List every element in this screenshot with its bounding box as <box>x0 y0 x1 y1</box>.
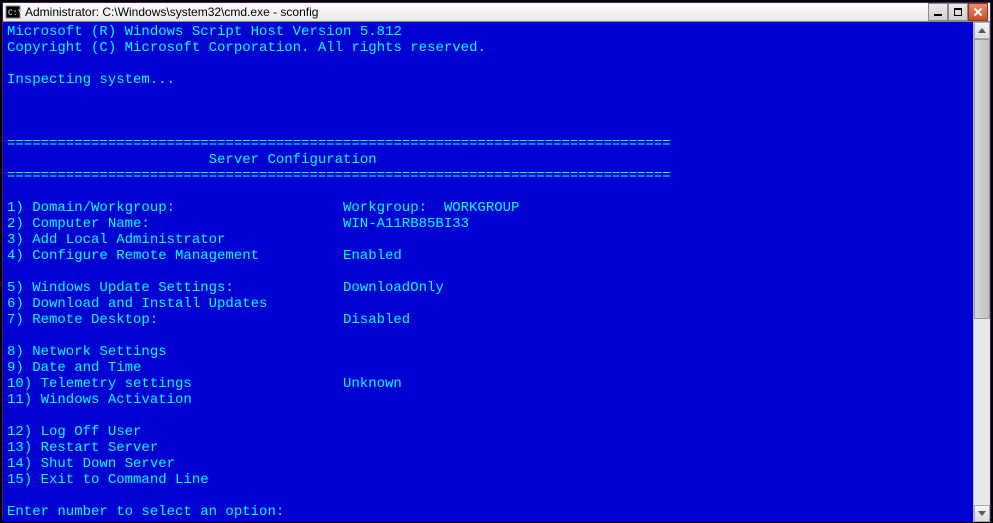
menu-option: 14) Shut Down Server <box>7 456 973 472</box>
menu-option: 15) Exit to Command Line <box>7 472 973 488</box>
menu-option: 4) Configure Remote ManagementEnabled <box>7 248 973 264</box>
inspecting-line: Inspecting system... <box>7 72 973 88</box>
menu-option: 11) Windows Activation <box>7 392 973 408</box>
divider: ========================================… <box>7 168 973 184</box>
menu-option: 7) Remote Desktop:Disabled <box>7 312 973 328</box>
prompt-line[interactable]: Enter number to select an option: <box>7 504 973 520</box>
menu-option: 10) Telemetry settingsUnknown <box>7 376 973 392</box>
console-output[interactable]: Microsoft (R) Windows Script Host Versio… <box>3 22 973 522</box>
menu-option: 3) Add Local Administrator <box>7 232 973 248</box>
window-controls <box>928 3 988 21</box>
scroll-thumb[interactable] <box>974 39 990 319</box>
menu-option: 13) Restart Server <box>7 440 973 456</box>
maximize-button[interactable] <box>948 3 968 21</box>
menu-option: 2) Computer Name:WIN-A11RB85BI33 <box>7 216 973 232</box>
header-line: Copyright (C) Microsoft Corporation. All… <box>7 40 973 56</box>
titlebar[interactable]: C:\ Administrator: C:\Windows\system32\c… <box>3 3 990 22</box>
header-line: Microsoft (R) Windows Script Host Versio… <box>7 24 973 40</box>
menu-option: 5) Windows Update Settings:DownloadOnly <box>7 280 973 296</box>
scroll-down-button[interactable] <box>974 505 990 522</box>
menu-option: 9) Date and Time <box>7 360 973 376</box>
minimize-button[interactable] <box>928 3 948 21</box>
close-button[interactable] <box>968 3 988 21</box>
menu-option: 12) Log Off User <box>7 424 973 440</box>
client-area: Microsoft (R) Windows Script Host Versio… <box>3 22 990 522</box>
menu-option: 6) Download and Install Updates <box>7 296 973 312</box>
menu-option: 1) Domain/Workgroup:Workgroup: WORKGROUP <box>7 200 973 216</box>
menu-option: 8) Network Settings <box>7 344 973 360</box>
banner-title: Server Configuration <box>7 152 973 168</box>
chevron-down-icon <box>978 511 986 516</box>
chevron-up-icon <box>978 28 986 33</box>
window-title: Administrator: C:\Windows\system32\cmd.e… <box>25 5 928 19</box>
divider: ========================================… <box>7 136 973 152</box>
svg-text:C:\: C:\ <box>8 9 21 18</box>
cmd-icon: C:\ <box>5 4 21 20</box>
scroll-track[interactable] <box>974 39 990 505</box>
vertical-scrollbar[interactable] <box>973 22 990 522</box>
window-frame: C:\ Administrator: C:\Windows\system32\c… <box>2 2 991 519</box>
scroll-up-button[interactable] <box>974 22 990 39</box>
